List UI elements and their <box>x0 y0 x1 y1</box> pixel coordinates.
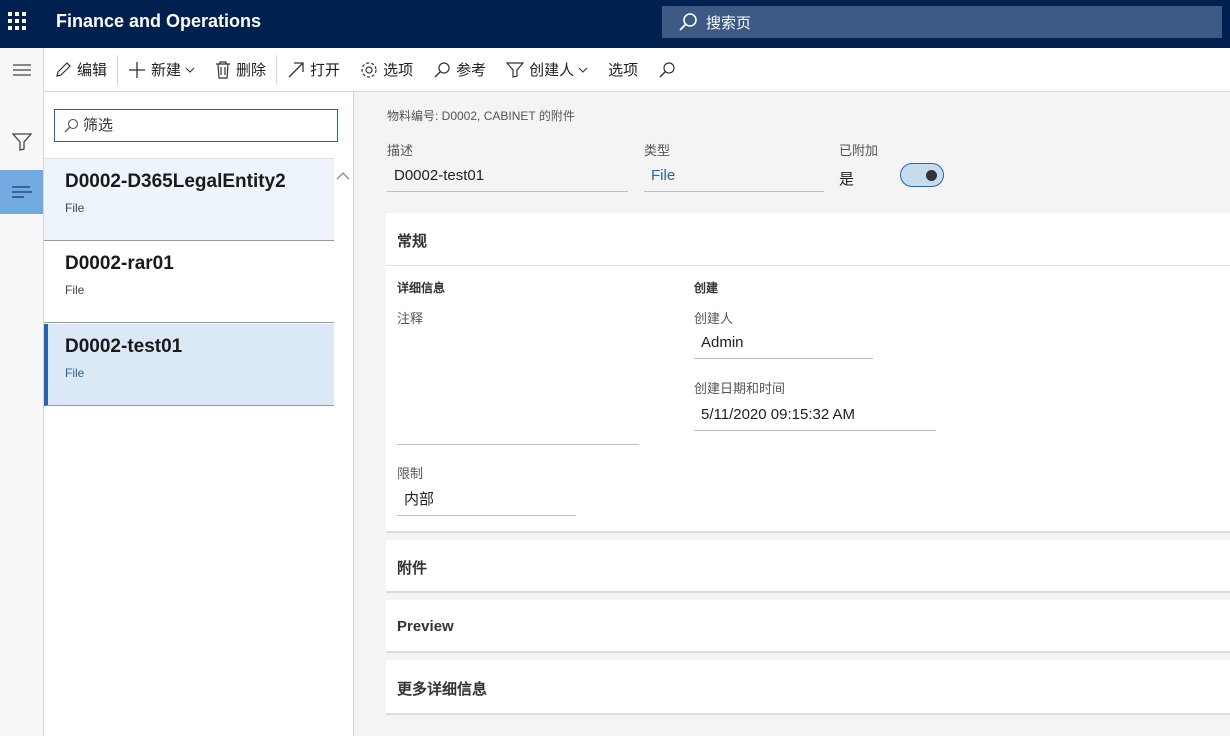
attachments-header: 附件 <box>397 560 428 577</box>
app-title[interactable]: Finance and Operations <box>56 11 261 32</box>
reference-label: 参考 <box>456 62 487 79</box>
type-field[interactable]: File <box>644 162 824 192</box>
filter-input[interactable] <box>83 117 323 134</box>
list-pane-button[interactable] <box>0 170 43 214</box>
general-section: 常规 详细信息 注释 限制 内部 创建 创建人 Admin 创建日期和时间 5/… <box>386 213 1230 533</box>
general-header[interactable]: 常规 <box>397 230 427 251</box>
details-pane: 物料编号: D0002, CABINET 的附件 描述 D0002-test01… <box>354 92 1230 736</box>
search-placeholder: 搜索页 <box>706 14 752 32</box>
trash-icon <box>216 60 231 79</box>
created-datetime-label: 创建日期和时间 <box>694 381 786 396</box>
list-item-subtitle: File <box>65 366 85 380</box>
list-panel: D0002-D365LegalEntity2 File D0002-rar01 … <box>44 92 354 736</box>
attachments-section[interactable]: 附件 <box>386 540 1230 593</box>
creator-filter-button[interactable]: 创建人 <box>496 48 598 92</box>
new-button[interactable]: 新建 <box>118 48 205 92</box>
list-item[interactable]: D0002-rar01 File <box>44 241 334 323</box>
options-tab-button[interactable]: 选项 <box>598 48 648 92</box>
pencil-icon <box>56 61 71 77</box>
action-search-button[interactable] <box>648 48 691 92</box>
list-item-title: D0002-rar01 <box>65 253 174 274</box>
search-icon <box>659 61 675 77</box>
list-item-selected[interactable]: D0002-test01 File <box>44 324 334 406</box>
open-arrow-icon <box>288 61 304 77</box>
more-details-header: 更多详细信息 <box>397 681 488 698</box>
edit-label: 编辑 <box>77 62 108 79</box>
options-label: 选项 <box>383 62 414 79</box>
search-icon <box>64 118 79 132</box>
options-button[interactable]: 选项 <box>350 48 423 92</box>
preview-section[interactable]: Preview <box>386 600 1230 653</box>
preview-header: Preview <box>397 618 454 635</box>
action-pane: 编辑 新建 删除 打开 选项 参考 创建人 选项 <box>44 48 1230 92</box>
delete-label: 删除 <box>236 62 267 79</box>
created-subheader: 创建 <box>694 281 719 295</box>
attached-toggle[interactable] <box>900 163 944 187</box>
details-subheader: 详细信息 <box>397 281 446 295</box>
list-item-title: D0002-test01 <box>65 336 183 357</box>
search-input[interactable]: 搜索页 <box>662 6 1222 38</box>
new-label: 新建 <box>151 62 182 79</box>
app-launcher-icon[interactable] <box>8 12 26 30</box>
created-by-label: 创建人 <box>694 311 734 326</box>
section-divider <box>386 265 1230 266</box>
filter-icon <box>506 61 525 78</box>
description-label: 描述 <box>387 143 414 158</box>
open-label: 打开 <box>310 62 341 79</box>
options2-label: 选项 <box>608 62 639 79</box>
chevron-down-icon <box>578 67 588 73</box>
delete-button[interactable]: 删除 <box>205 48 276 92</box>
list-item-title: D0002-D365LegalEntity2 <box>65 171 286 192</box>
hamburger-icon <box>12 64 31 76</box>
more-details-section[interactable]: 更多详细信息 <box>386 660 1230 715</box>
list-item-subtitle: File <box>65 283 85 297</box>
filter-icon <box>11 133 32 151</box>
top-navigation-bar: Finance and Operations 搜索页 <box>0 0 1230 48</box>
restriction-label: 限制 <box>397 466 424 481</box>
navigation-rail <box>0 48 44 736</box>
edit-button[interactable]: 编辑 <box>44 48 117 92</box>
open-button[interactable]: 打开 <box>277 48 350 92</box>
filter-box[interactable] <box>54 109 338 142</box>
scroll-up-icon[interactable] <box>336 172 350 180</box>
chevron-down-icon <box>185 67 195 73</box>
creator-label: 创建人 <box>529 62 575 79</box>
gear-icon <box>361 61 377 78</box>
filter-pane-button[interactable] <box>0 120 43 164</box>
plus-icon <box>129 61 146 78</box>
magnifier-icon <box>434 61 450 77</box>
list-item[interactable]: D0002-D365LegalEntity2 File <box>44 159 334 241</box>
page-caption: 物料编号: D0002, CABINET 的附件 <box>387 109 575 123</box>
hamburger-menu-button[interactable] <box>0 48 43 92</box>
notes-field[interactable] <box>397 329 639 445</box>
description-field[interactable]: D0002-test01 <box>387 162 628 192</box>
created-by-field[interactable]: Admin <box>694 329 873 359</box>
list-item-subtitle: File <box>65 201 85 215</box>
search-icon <box>679 13 697 31</box>
type-label: 类型 <box>644 143 671 158</box>
attached-value: 是 <box>839 171 855 188</box>
notes-label: 注释 <box>397 311 424 326</box>
restriction-field[interactable]: 内部 <box>397 486 576 516</box>
attached-label: 已附加 <box>839 143 879 158</box>
created-datetime-field[interactable]: 5/11/2020 09:15:32 AM <box>694 401 936 431</box>
list-icon <box>11 186 32 198</box>
reference-button[interactable]: 参考 <box>423 48 496 92</box>
